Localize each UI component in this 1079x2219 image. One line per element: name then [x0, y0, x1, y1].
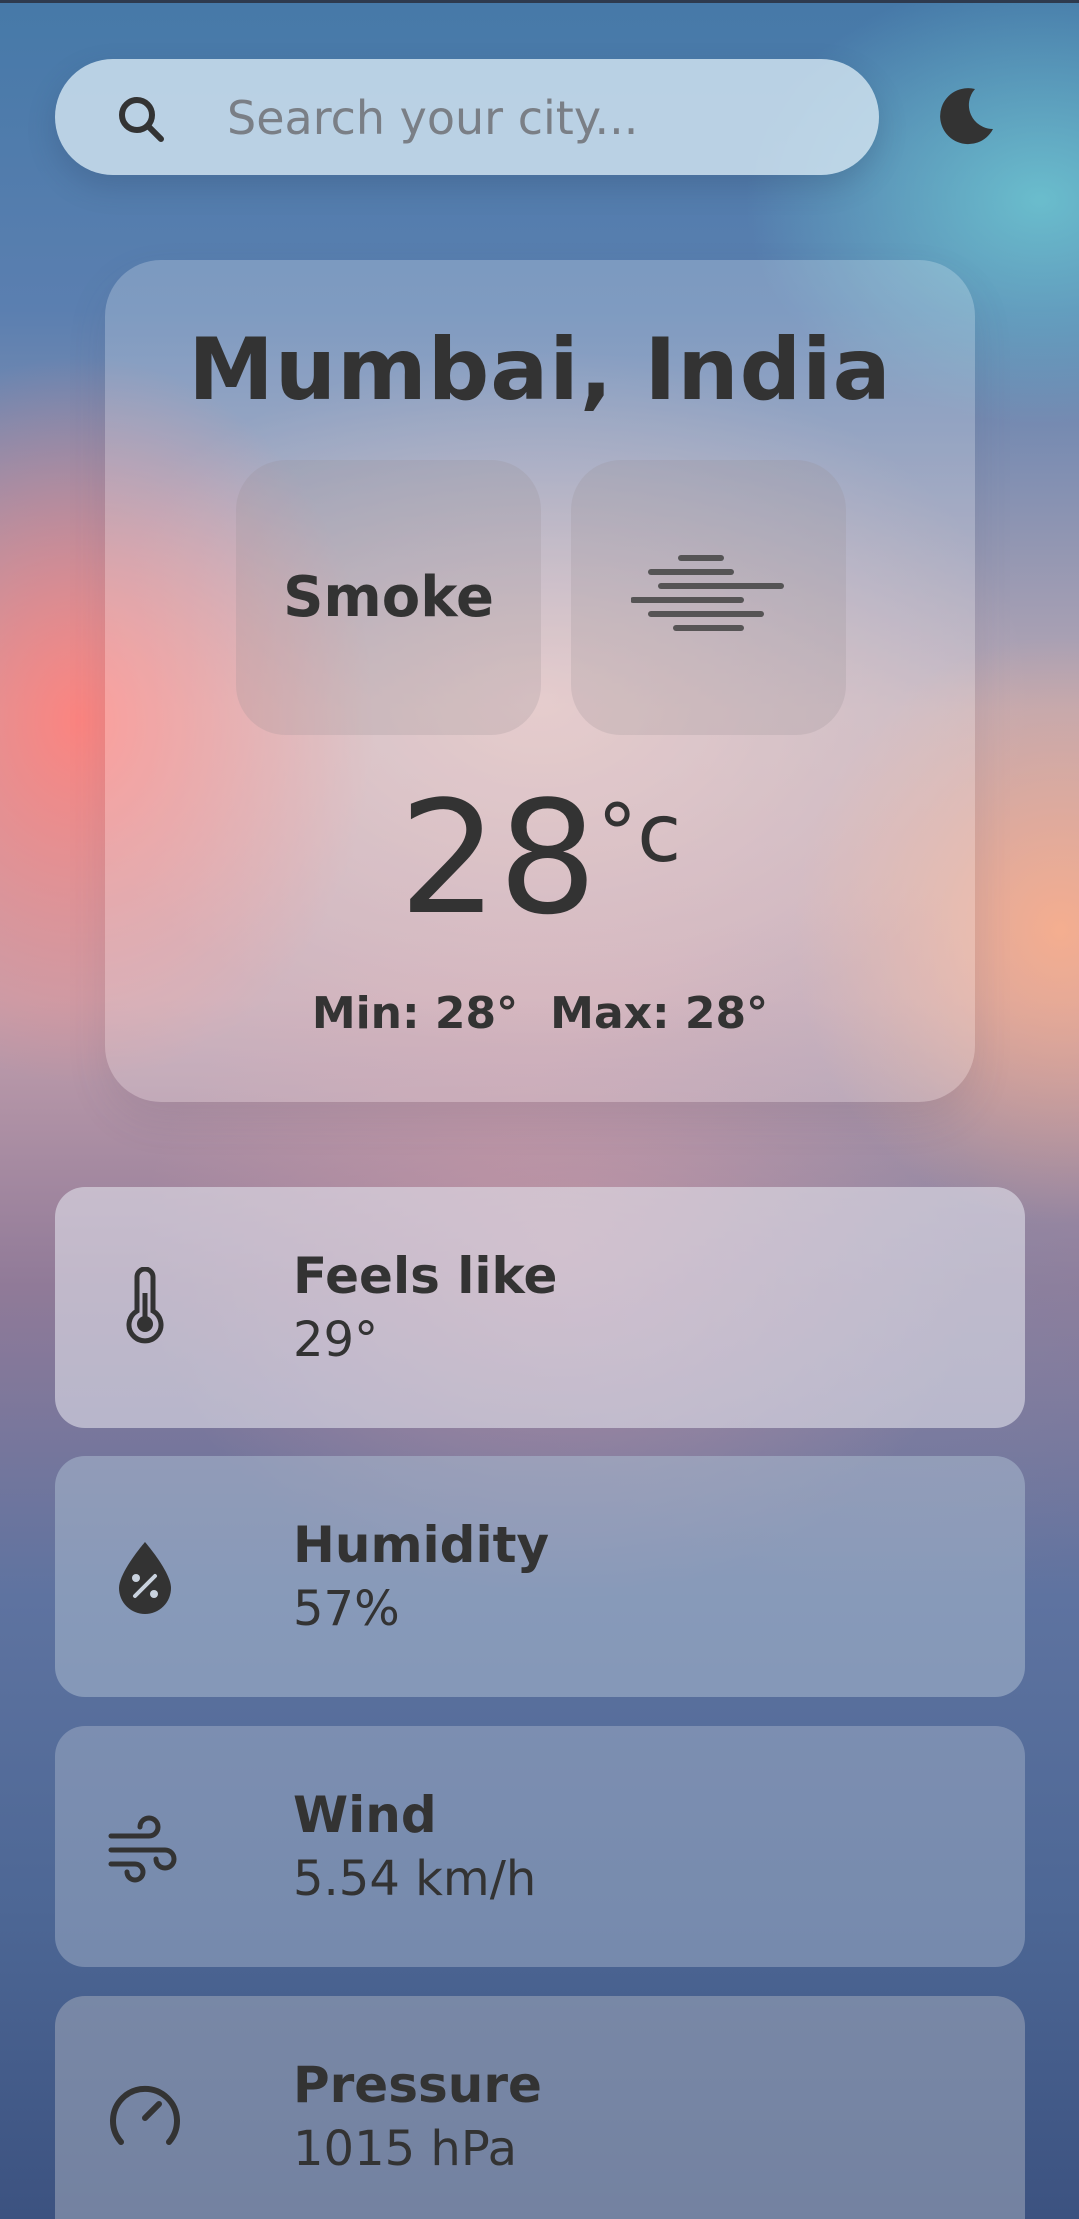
feels-like-card: Feels like 29° [55, 1187, 1025, 1428]
search-input[interactable] [225, 77, 849, 159]
pressure-card: Pressure 1015 hPa [55, 1996, 1025, 2219]
condition-icon-box [571, 460, 846, 735]
min-temperature: Min: 28° [311, 988, 519, 1039]
temperature-value: 28 [398, 767, 598, 949]
temperature-unit: °c [597, 787, 682, 880]
city-name: Mumbai, India [188, 320, 892, 420]
stat-value: 29° [293, 1312, 379, 1368]
gauge-icon [110, 2085, 180, 2145]
stat-value: 5.54 km/h [293, 1851, 537, 1907]
stat-title: Wind [293, 1786, 437, 1844]
search-icon[interactable] [115, 93, 167, 145]
stat-value: 57% [293, 1581, 400, 1637]
stat-title: Humidity [293, 1516, 550, 1574]
humidity-drop-icon [119, 1542, 171, 1614]
haze-lines-icon [631, 555, 784, 631]
min-max-temperature: Min: 28° Max: 28° [105, 988, 975, 1039]
max-temperature: Max: 28° [550, 988, 769, 1039]
condition-label: Smoke [283, 565, 494, 630]
condition-box: Smoke [236, 460, 541, 735]
current-weather-card: Mumbai, India Smoke 28°c Min: 28° Max: 28… [105, 260, 975, 1102]
top-edge [0, 0, 1079, 3]
search-bar[interactable] [55, 59, 879, 175]
thermometer-icon [126, 1267, 164, 1344]
moon-icon[interactable] [935, 85, 997, 147]
current-temperature: 28°c [105, 780, 975, 936]
humidity-card: Humidity 57% [55, 1456, 1025, 1697]
wind-card: Wind 5.54 km/h [55, 1726, 1025, 1967]
wind-icon [108, 1815, 177, 1883]
stat-value: 1015 hPa [293, 2121, 518, 2177]
stat-title: Pressure [293, 2056, 542, 2114]
stat-title: Feels like [293, 1247, 558, 1305]
